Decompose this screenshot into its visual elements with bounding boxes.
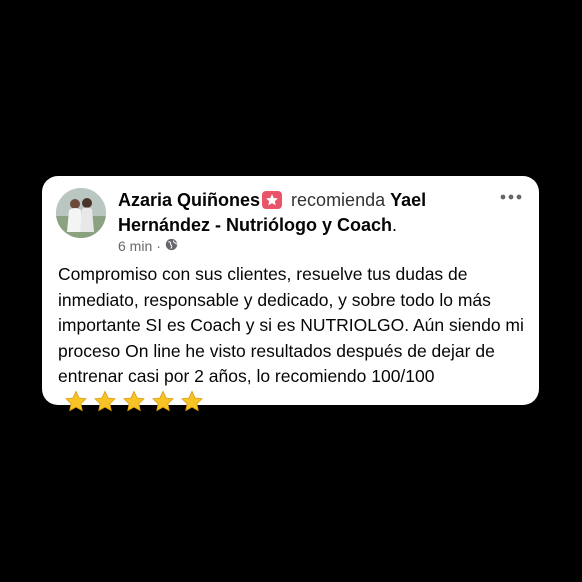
post-header: Azaria Quiñones recomienda Yael Hernánde…	[118, 188, 498, 238]
separator-dot: ·	[156, 238, 161, 254]
star-badge-icon	[262, 191, 283, 209]
verb-text: recomienda	[291, 190, 386, 210]
globe-icon	[165, 238, 178, 254]
author-name[interactable]: Azaria Quiñones	[118, 190, 260, 210]
post-meta: 6 min ·	[118, 238, 178, 254]
timestamp[interactable]: 6 min	[118, 238, 152, 254]
page-name-suffix: .	[392, 215, 398, 235]
star-emoji-icon	[64, 390, 88, 413]
rating-stars	[64, 390, 204, 413]
more-options-icon[interactable]	[499, 190, 523, 204]
post-text: Compromiso con sus clientes, resuelve tu…	[58, 262, 528, 415]
star-emoji-icon	[93, 390, 117, 413]
star-emoji-icon	[151, 390, 175, 413]
post-body: Compromiso con sus clientes, resuelve tu…	[58, 264, 524, 386]
star-emoji-icon	[180, 390, 204, 413]
avatar[interactable]	[56, 188, 106, 238]
star-emoji-icon	[122, 390, 146, 413]
recommendation-card: Azaria Quiñones recomienda Yael Hernánde…	[42, 176, 539, 411]
